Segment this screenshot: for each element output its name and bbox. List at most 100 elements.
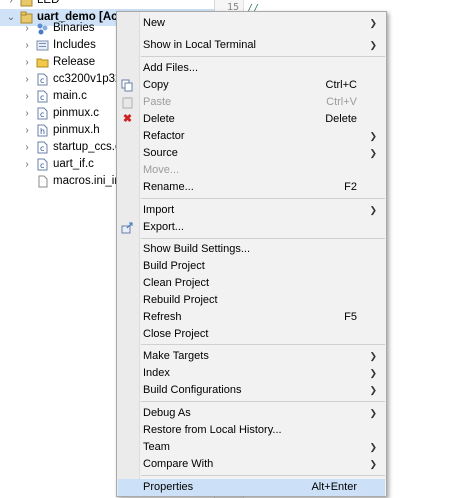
menu-item-shortcut: Ctrl+C bbox=[325, 79, 357, 91]
menu-item-shortcut: F5 bbox=[344, 311, 357, 323]
chevron-right-icon[interactable]: › bbox=[6, 0, 16, 9]
delete-icon: ✖ bbox=[122, 113, 133, 125]
menu-separator bbox=[141, 401, 385, 402]
menu-item-label: Compare With bbox=[143, 458, 214, 470]
c-file-icon: c bbox=[36, 158, 49, 171]
tree-item-label: uart_if.c bbox=[53, 158, 94, 170]
menu-separator bbox=[141, 475, 385, 476]
menu-item-rebuild-project[interactable]: Rebuild Project bbox=[118, 292, 385, 309]
chevron-right-icon[interactable]: › bbox=[22, 71, 32, 88]
svg-text:c: c bbox=[40, 161, 44, 170]
menu-item-copy[interactable]: Copy Ctrl+C bbox=[118, 77, 385, 94]
menu-separator bbox=[141, 198, 385, 199]
menu-item-label: Delete bbox=[143, 113, 175, 125]
menu-item-source[interactable]: Source ❯ bbox=[118, 145, 385, 162]
menu-item-refactor[interactable]: Refactor ❯ bbox=[118, 128, 385, 145]
menu-separator bbox=[141, 56, 385, 57]
submenu-arrow-icon: ❯ bbox=[369, 205, 377, 215]
tree-item-led[interactable]: › LED bbox=[0, 0, 214, 9]
menu-item-label: Import bbox=[143, 204, 175, 216]
menu-item-shortcut: Ctrl+V bbox=[326, 96, 357, 108]
menu-item-restore-from-local-history[interactable]: Restore from Local History... bbox=[118, 422, 385, 439]
paste-icon bbox=[121, 96, 134, 109]
chevron-right-icon[interactable]: › bbox=[22, 139, 32, 156]
c-file-icon: c bbox=[36, 141, 49, 154]
menu-item-compare-with[interactable]: Compare With ❯ bbox=[118, 456, 385, 473]
menu-item-label: Refresh bbox=[143, 311, 182, 323]
submenu-arrow-icon: ❯ bbox=[369, 18, 377, 28]
menu-item-build-project[interactable]: Build Project bbox=[118, 258, 385, 275]
tree-item-label: startup_ccs.c bbox=[53, 141, 121, 153]
submenu-arrow-icon: ❯ bbox=[369, 148, 377, 158]
menu-item-label: Copy bbox=[143, 79, 169, 91]
chevron-right-icon[interactable]: › bbox=[22, 122, 32, 139]
menu-item-label: Team bbox=[143, 441, 170, 453]
menu-item-shortcut: F2 bbox=[344, 181, 357, 193]
menu-item-new[interactable]: New ❯ bbox=[118, 15, 385, 32]
menu-item-label: Show Build Settings... bbox=[143, 243, 251, 255]
menu-item-team[interactable]: Team ❯ bbox=[118, 439, 385, 456]
menu-item-label: Restore from Local History... bbox=[143, 424, 282, 436]
tree-item-label: LED bbox=[37, 0, 60, 6]
submenu-arrow-icon: ❯ bbox=[369, 442, 377, 452]
svg-text:h: h bbox=[40, 127, 45, 136]
submenu-arrow-icon: ❯ bbox=[369, 131, 377, 141]
menu-item-add-files[interactable]: Add Files... bbox=[118, 60, 385, 77]
menu-item-import[interactable]: Import ❯ bbox=[118, 202, 385, 219]
menu-item-label: Make Targets bbox=[143, 350, 209, 362]
menu-item-shortcut: Alt+Enter bbox=[311, 481, 357, 493]
menu-item-show-build-settings[interactable]: Show Build Settings... bbox=[118, 241, 385, 258]
submenu-arrow-icon: ❯ bbox=[369, 368, 377, 378]
tree-item-label: pinmux.c bbox=[53, 107, 100, 119]
menu-item-shortcut: Delete bbox=[325, 113, 357, 125]
menu-item-label: Source bbox=[143, 147, 178, 159]
submenu-arrow-icon: ❯ bbox=[369, 459, 377, 469]
menu-item-refresh[interactable]: Refresh F5 bbox=[118, 309, 385, 326]
menu-item-build-configurations[interactable]: Build Configurations ❯ bbox=[118, 382, 385, 399]
folder-icon bbox=[36, 56, 49, 69]
menu-item-label: Refactor bbox=[143, 130, 185, 142]
menu-item-make-targets[interactable]: Make Targets ❯ bbox=[118, 348, 385, 365]
menu-item-label: Rebuild Project bbox=[143, 294, 218, 306]
menu-item-label: Show in Local Terminal bbox=[143, 39, 256, 51]
menu-item-debug-as[interactable]: Debug As ❯ bbox=[118, 405, 385, 422]
menu-item-label: Index bbox=[143, 367, 170, 379]
menu-item-label: Properties bbox=[143, 481, 194, 493]
svg-text:c: c bbox=[40, 110, 44, 119]
h-file-icon: h bbox=[36, 124, 49, 137]
menu-item-label: Paste bbox=[143, 96, 172, 108]
menu-item-rename[interactable]: Rename... F2 bbox=[118, 179, 385, 196]
tree-item-label: Binaries bbox=[53, 22, 95, 34]
menu-item-properties[interactable]: Properties Alt+Enter bbox=[118, 479, 385, 496]
tree-item-label: pinmux.h bbox=[53, 124, 100, 136]
svg-text:c: c bbox=[40, 76, 44, 85]
tree-item-label: main.c bbox=[53, 90, 87, 102]
chevron-right-icon[interactable]: › bbox=[22, 54, 32, 71]
menu-separator bbox=[141, 238, 385, 239]
submenu-arrow-icon: ❯ bbox=[369, 351, 377, 361]
menu-item-label: Build Project bbox=[143, 260, 205, 272]
chevron-right-icon[interactable]: › bbox=[22, 156, 32, 173]
menu-item-label: Debug As bbox=[143, 407, 191, 419]
menu-item-paste: Paste Ctrl+V bbox=[118, 94, 385, 111]
menu-item-show-in-local-terminal[interactable]: Show in Local Terminal ❯ bbox=[118, 37, 385, 54]
chevron-right-icon[interactable]: › bbox=[22, 37, 32, 54]
file-icon bbox=[36, 175, 49, 188]
c-file-icon: c bbox=[36, 90, 49, 103]
menu-item-label: Add Files... bbox=[143, 62, 199, 74]
chevron-right-icon[interactable]: › bbox=[22, 20, 32, 37]
menu-item-delete[interactable]: ✖ Delete Delete bbox=[118, 111, 385, 128]
menu-item-index[interactable]: Index ❯ bbox=[118, 365, 385, 382]
submenu-arrow-icon: ❯ bbox=[369, 40, 377, 50]
menu-item-clean-project[interactable]: Clean Project bbox=[118, 275, 385, 292]
binaries-icon bbox=[36, 22, 49, 35]
chevron-right-icon[interactable]: › bbox=[22, 88, 32, 105]
context-menu: New ❯ Show in Local Terminal ❯ Add Files... C… bbox=[116, 11, 387, 497]
copy-icon bbox=[121, 79, 134, 92]
tree-item-label: Release bbox=[53, 56, 96, 68]
menu-item-export[interactable]: Export... bbox=[118, 219, 385, 236]
chevron-right-icon[interactable]: › bbox=[22, 105, 32, 122]
menu-item-close-project[interactable]: Close Project bbox=[118, 326, 385, 343]
tree-item-label: Includes bbox=[53, 39, 96, 51]
submenu-arrow-icon: ❯ bbox=[369, 408, 377, 418]
